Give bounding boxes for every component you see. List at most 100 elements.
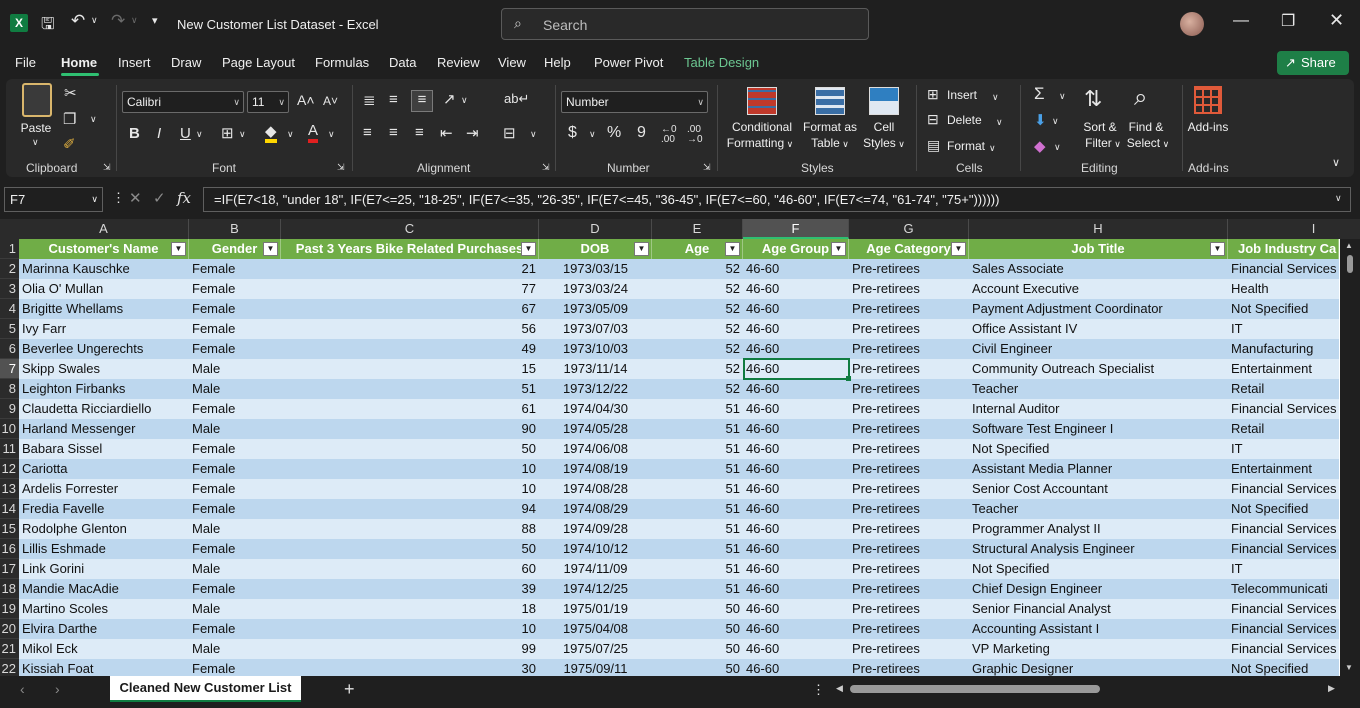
table-cell[interactable]: 46-60 xyxy=(743,479,849,499)
filter-dropdown-icon[interactable]: ▼ xyxy=(171,242,186,256)
prev-sheet-icon[interactable]: ‹ xyxy=(20,681,25,697)
table-cell[interactable]: Pre-retirees xyxy=(849,519,969,539)
formula-input[interactable]: =IF(E7<18, "under 18", IF(E7<=25, "18-25… xyxy=(203,187,1351,212)
header-cell[interactable]: Age Category ▼ xyxy=(849,239,969,259)
table-cell[interactable]: 51 xyxy=(281,379,539,399)
table-cell[interactable]: 52 xyxy=(652,279,743,299)
table-cell[interactable]: Account Executive xyxy=(969,279,1228,299)
paste-button[interactable]: Paste xyxy=(20,120,52,136)
table-cell[interactable]: 77 xyxy=(281,279,539,299)
autosum-dropdown-icon[interactable]: ∨ xyxy=(1059,91,1066,102)
delete-cells-button[interactable]: Delete xyxy=(947,113,982,127)
table-cell[interactable]: Payment Adjustment Coordinator xyxy=(969,299,1228,319)
table-cell[interactable]: 50 xyxy=(652,619,743,639)
scroll-left-icon[interactable]: ◀ xyxy=(836,683,843,694)
table-cell[interactable]: Senior Cost Accountant xyxy=(969,479,1228,499)
table-cell[interactable]: Female xyxy=(189,479,281,499)
table-cell[interactable]: 46-60 xyxy=(743,639,849,659)
table-cell[interactable]: Lillis Eshmade xyxy=(19,539,189,559)
table-cell[interactable]: 46-60 xyxy=(743,419,849,439)
row-header[interactable]: 18 xyxy=(0,579,19,599)
table-cell[interactable]: Sales Associate xyxy=(969,259,1228,279)
table-cell[interactable]: 46-60 xyxy=(743,299,849,319)
tab-insert[interactable]: Insert xyxy=(118,55,151,70)
table-cell[interactable]: 52 xyxy=(652,259,743,279)
table-cell[interactable]: Not Specified xyxy=(1228,299,1339,319)
underline-button[interactable]: U xyxy=(180,125,191,142)
font-name-dropdown[interactable]: Calibri ∨ xyxy=(122,91,244,113)
table-cell[interactable]: 99 xyxy=(281,639,539,659)
tab-view[interactable]: View xyxy=(498,55,526,70)
table-cell[interactable]: 46-60 xyxy=(743,659,849,676)
table-cell[interactable]: Pre-retirees xyxy=(849,479,969,499)
conditional-formatting-line1[interactable]: Conditional xyxy=(724,119,800,135)
table-cell[interactable]: Female xyxy=(189,299,281,319)
table-cell[interactable]: Community Outreach Specialist xyxy=(969,359,1228,379)
table-cell[interactable]: Pre-retirees xyxy=(849,399,969,419)
insert-function-icon[interactable]: fx xyxy=(177,189,191,207)
table-cell[interactable]: Not Specified xyxy=(1228,499,1339,519)
table-cell[interactable]: Female xyxy=(189,319,281,339)
format-as-table-line1[interactable]: Format as xyxy=(800,119,860,135)
table-cell[interactable]: 15 xyxy=(281,359,539,379)
tab-page-layout[interactable]: Page Layout xyxy=(222,55,295,70)
table-cell[interactable]: Female xyxy=(189,459,281,479)
minimize-icon[interactable]: — xyxy=(1233,12,1249,30)
percent-button[interactable]: % xyxy=(607,124,621,142)
table-cell[interactable]: Female xyxy=(189,399,281,419)
table-cell[interactable]: 10 xyxy=(281,619,539,639)
table-cell[interactable]: Cariotta xyxy=(19,459,189,479)
table-cell[interactable]: Skipp Swales xyxy=(19,359,189,379)
column-header-i[interactable]: I xyxy=(1228,219,1360,239)
more-icon[interactable]: ⋮ xyxy=(812,682,825,698)
filter-dropdown-icon[interactable]: ▼ xyxy=(951,242,966,256)
row-header[interactable]: 20 xyxy=(0,619,19,639)
avatar[interactable] xyxy=(1180,12,1204,36)
orientation-icon[interactable]: ↗ xyxy=(443,90,456,108)
row-header[interactable]: 17 xyxy=(0,559,19,579)
table-cell[interactable]: Pre-retirees xyxy=(849,639,969,659)
filter-dropdown-icon[interactable]: ▼ xyxy=(634,242,649,256)
table-cell[interactable]: Pre-retirees xyxy=(849,559,969,579)
table-cell[interactable]: Accounting Assistant I xyxy=(969,619,1228,639)
copy-dropdown-icon[interactable]: ∨ xyxy=(90,114,97,125)
vertical-scrollbar[interactable]: ▲ ▼ xyxy=(1340,239,1360,676)
header-cell[interactable]: Gender ▼ xyxy=(189,239,281,259)
sort-filter-line1[interactable]: Sort & xyxy=(1077,119,1123,135)
table-cell[interactable]: 46-60 xyxy=(743,599,849,619)
table-cell[interactable]: Female xyxy=(189,439,281,459)
table-cell[interactable]: Female xyxy=(189,259,281,279)
cell-styles-line1[interactable]: Cell xyxy=(863,119,905,135)
middle-align-icon[interactable]: ≡ xyxy=(389,91,398,108)
table-cell[interactable]: Internal Auditor xyxy=(969,399,1228,419)
redo-dropdown-icon[interactable]: ∨ xyxy=(131,15,138,26)
table-cell[interactable]: Not Specified xyxy=(1228,659,1339,676)
table-cell[interactable]: Elvira Darthe xyxy=(19,619,189,639)
find-select-line2[interactable]: Select ∨ xyxy=(1121,135,1175,152)
table-cell[interactable]: Kissiah Foat xyxy=(19,659,189,676)
table-cell[interactable]: Leighton Firbanks xyxy=(19,379,189,399)
row-header[interactable]: 11 xyxy=(0,439,19,459)
sheet-tab-active[interactable]: Cleaned New Customer List xyxy=(110,676,301,702)
table-cell[interactable]: 1973/11/14 xyxy=(539,359,652,379)
undo-dropdown-icon[interactable]: ∨ xyxy=(91,15,98,26)
cell-styles-icon[interactable] xyxy=(869,87,899,115)
table-cell[interactable]: Pre-retirees xyxy=(849,499,969,519)
row-header[interactable]: 12 xyxy=(0,459,19,479)
header-cell[interactable]: Age ▼ xyxy=(652,239,743,259)
table-cell[interactable]: Office Assistant IV xyxy=(969,319,1228,339)
table-cell[interactable]: Not Specified xyxy=(969,559,1228,579)
table-cell[interactable]: 51 xyxy=(652,419,743,439)
underline-dropdown-icon[interactable]: ∨ xyxy=(196,129,203,140)
sort-filter-icon[interactable]: ⇅ xyxy=(1084,86,1102,112)
table-cell[interactable]: Software Test Engineer I xyxy=(969,419,1228,439)
fill-color-dropdown-icon[interactable]: ∨ xyxy=(287,129,294,140)
header-cell[interactable]: DOB ▼ xyxy=(539,239,652,259)
table-cell[interactable]: 46-60 xyxy=(743,619,849,639)
insert-cells-icon[interactable]: ⊞ xyxy=(927,86,939,103)
wrap-text-icon[interactable]: ab↵ xyxy=(504,91,529,107)
table-cell[interactable]: 51 xyxy=(652,559,743,579)
cell-styles-line2[interactable]: Styles ∨ xyxy=(859,135,909,152)
table-cell[interactable]: 56 xyxy=(281,319,539,339)
table-cell[interactable]: 46-60 xyxy=(743,579,849,599)
